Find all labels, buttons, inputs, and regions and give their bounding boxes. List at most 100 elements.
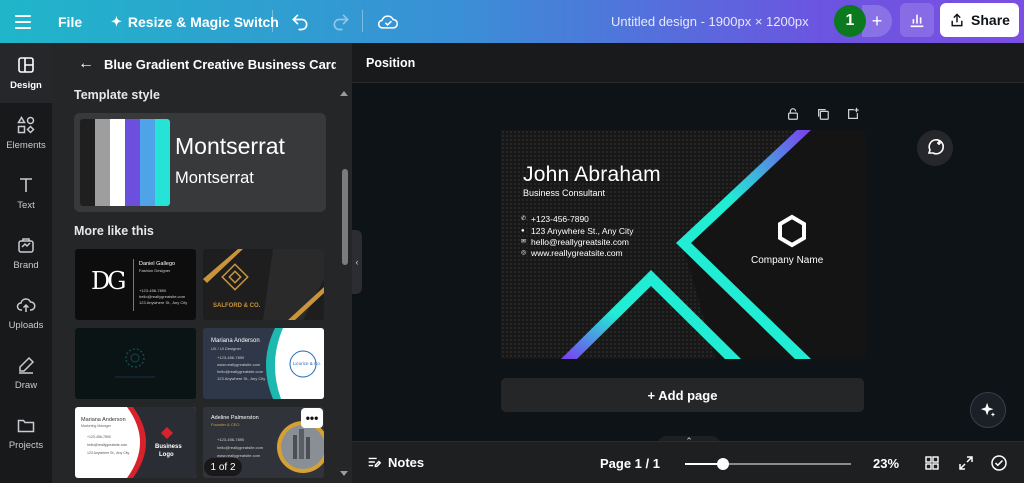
scrollbar-thumb[interactable]	[342, 169, 348, 265]
thumb-line: www.reallygreatsite.com	[217, 362, 261, 367]
panel-scrollbar[interactable]	[338, 87, 350, 477]
thumb-line: hello@reallygreatsite.com	[139, 294, 186, 299]
accessibility-check-button[interactable]	[990, 454, 1008, 472]
template-style-heading: Template style	[74, 88, 160, 102]
sidebar-item-draw[interactable]: Draw	[0, 343, 52, 403]
hexagon-logo-icon[interactable]	[777, 214, 807, 248]
thumb-logo: Logo	[159, 452, 174, 458]
divider	[272, 10, 273, 32]
hamburger-icon-bar	[15, 20, 31, 23]
undo-icon	[292, 14, 308, 30]
add-page-button[interactable]: + Add page	[501, 378, 864, 412]
insights-button[interactable]	[900, 3, 934, 37]
zoom-level[interactable]: 23%	[873, 456, 899, 471]
card-address-text: 123 Anywhere St., Any City	[531, 226, 634, 236]
pen-icon	[19, 356, 35, 374]
globe-icon: ◎	[521, 250, 527, 256]
sidebar-item-text[interactable]: Text	[0, 163, 52, 223]
thumb-line: 123 Anywhere St., Any City	[139, 300, 188, 305]
thumb-line: +123-456-7890	[87, 435, 111, 439]
resize-magic-switch-button[interactable]: ✦ Resize & Magic Switch	[111, 0, 279, 43]
fullscreen-button[interactable]	[957, 454, 975, 472]
scroll-down-arrow-icon[interactable]	[340, 471, 348, 476]
template-thumbnail[interactable]: DG Daniel Gallego Fashion Designer +123-…	[75, 249, 196, 320]
invite-button[interactable]: +	[862, 5, 892, 37]
font-body-preview: Montserrat	[175, 169, 254, 187]
sidebar-item-projects[interactable]: Projects	[0, 403, 52, 463]
save-status-button[interactable]	[377, 0, 399, 43]
more-options-button[interactable]: •••	[301, 408, 323, 428]
thumb-logo: Business	[155, 444, 182, 450]
hamburger-icon	[15, 14, 31, 17]
card-name-text[interactable]: John Abraham	[523, 163, 661, 187]
template-thumbnail[interactable]: Mariana Anderson UX / UI Designer +123-4…	[203, 328, 324, 399]
divider	[133, 259, 134, 311]
template-thumbnail[interactable]: SALFORD & CO.	[203, 249, 324, 320]
notes-button[interactable]: Notes	[366, 454, 424, 470]
thumb-line: +123-456-7890	[217, 437, 245, 442]
template-style-card[interactable]: Montserrat Montserrat	[74, 113, 326, 212]
zoom-slider-handle[interactable]	[717, 458, 730, 470]
sidebar-item-design[interactable]: Design	[0, 43, 52, 103]
share-icon	[951, 13, 963, 27]
color-palette	[80, 119, 170, 206]
card-email-line[interactable]: ✉ hello@reallygreatsite.com	[521, 237, 629, 247]
business-card-page[interactable]: John Abraham Business Consultant ✆ +123-4…	[501, 130, 865, 359]
thumb-line: hello@reallygreatsite.com	[217, 445, 264, 450]
magic-assistant-button[interactable]	[970, 392, 1006, 428]
document-title[interactable]: Untitled design - 1900px × 1200px	[611, 0, 809, 43]
back-arrow-icon[interactable]: ←	[78, 55, 94, 73]
sidebar-item-label: Projects	[8, 440, 44, 451]
hamburger-icon-bar-2	[15, 26, 31, 29]
sidebar-item-brand[interactable]: Brand	[0, 223, 52, 283]
bar-chart-icon	[910, 14, 924, 28]
check-circle-icon	[991, 455, 1007, 471]
chevron-left-icon: ‹	[355, 257, 359, 267]
duplicate-page-button[interactable]	[815, 106, 831, 122]
cloud-check-icon	[377, 14, 399, 29]
sidebar-item-uploads[interactable]: Uploads	[0, 283, 52, 343]
thumb-art	[115, 348, 155, 378]
card-phone-line[interactable]: ✆ +123-456-7890	[521, 214, 589, 224]
panel-title: Blue Gradient Creative Business Card ...	[104, 57, 336, 72]
add-page-icon-button[interactable]	[845, 106, 861, 122]
more-like-this-heading: More like this	[74, 224, 154, 238]
thumb-role: Marketing Manager	[81, 424, 112, 428]
notes-icon	[368, 457, 382, 468]
file-menu-button[interactable]: File	[58, 0, 82, 43]
company-name-text[interactable]: Company Name	[751, 255, 823, 266]
add-page-icon	[848, 107, 859, 119]
redo-button[interactable]	[331, 0, 351, 43]
card-address-line[interactable]: ● 123 Anywhere St., Any City	[521, 226, 634, 236]
page-indicator[interactable]: Page 1 / 1	[600, 456, 660, 471]
sidebar-item-label: Uploads	[8, 320, 44, 331]
thumb-line: 123 Anywhere St., Any City	[217, 376, 266, 381]
upload-cloud-icon	[16, 298, 36, 312]
thumb-brand: SALFORD & CO.	[213, 303, 261, 309]
collapse-panel-button[interactable]: ‹	[352, 230, 362, 294]
sidebar-item-elements[interactable]: Elements	[0, 103, 52, 163]
share-button[interactable]: Share	[940, 3, 1019, 37]
carousel-pager: 1 of 2	[204, 458, 242, 476]
main-menu-button[interactable]	[14, 0, 32, 43]
avatar[interactable]: 1	[834, 5, 866, 37]
scroll-up-arrow-icon[interactable]	[340, 91, 348, 96]
zoom-slider[interactable]	[685, 458, 851, 470]
brand-icon	[18, 238, 34, 253]
thumb-line: +123-456-7890	[139, 288, 167, 293]
grid-icon	[925, 456, 939, 470]
grid-view-button[interactable]	[923, 454, 941, 472]
add-comment-button[interactable]	[917, 130, 953, 166]
position-button[interactable]: Position	[366, 56, 415, 70]
sidebar-item-label: Design	[10, 80, 42, 91]
expand-icon	[959, 456, 973, 470]
undo-button[interactable]	[290, 0, 310, 43]
thumb-logo: Licorice & Co.	[293, 361, 322, 366]
thumb-name: Mariana Anderson	[81, 417, 126, 423]
card-web-line[interactable]: ◎ www.reallygreatsite.com	[521, 248, 623, 258]
template-thumbnail[interactable]	[75, 328, 196, 399]
lock-page-button[interactable]	[785, 106, 801, 122]
template-thumbnail[interactable]: Mariana Anderson Marketing Manager +123-…	[75, 407, 196, 478]
location-pin-icon: ●	[521, 228, 525, 234]
card-role-text[interactable]: Business Consultant	[523, 188, 605, 198]
